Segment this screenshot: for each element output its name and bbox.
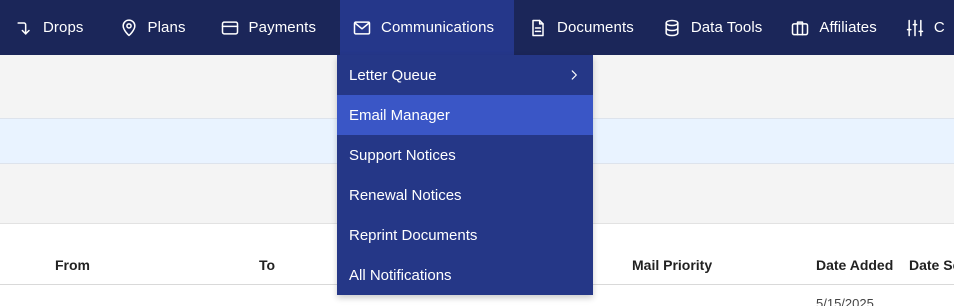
menu-item-label: Letter Queue [349,66,437,84]
communications-dropdown-menu: Letter Queue Email Manager Support Notic… [337,55,593,295]
nav-item-label: Affiliates [819,19,877,36]
chevron-right-icon [567,68,581,82]
nav-item-data-tools[interactable]: Data Tools [658,0,787,55]
menu-item-label: Reprint Documents [349,226,478,244]
nav-item-communications[interactable]: Communications [340,0,515,55]
menu-item-renewal-notices[interactable]: Renewal Notices [337,175,593,215]
nav-item-label: Communications [381,19,495,36]
nav-item-documents[interactable]: Documents [514,0,658,55]
briefcase-icon [790,18,810,38]
nav-item-label: C [933,19,945,36]
menu-item-label: Renewal Notices [349,186,462,204]
menu-item-label: All Notifications [349,266,452,284]
mail-icon [352,18,372,38]
database-icon [662,18,682,38]
menu-item-label: Support Notices [349,146,456,164]
column-header-mail-priority[interactable]: Mail Priority [632,257,712,273]
document-icon [528,18,548,38]
menu-item-support-notices[interactable]: Support Notices [337,135,593,175]
nav-item-label: Documents [557,19,634,36]
menu-item-reprint-documents[interactable]: Reprint Documents [337,215,593,255]
map-pin-icon [119,18,139,38]
nav-item-label: Payments [248,19,317,36]
nav-item-more[interactable]: C [901,0,954,55]
top-navigation: Drops Plans Payments Communications Docu… [0,0,954,55]
table-cell-date-added: 5/15/2025 [816,296,874,306]
credit-card-icon [220,18,240,38]
column-header-from[interactable]: From [55,257,90,273]
menu-item-letter-queue[interactable]: Letter Queue [337,55,593,95]
menu-item-label: Email Manager [349,106,450,124]
menu-item-email-manager[interactable]: Email Manager [337,95,593,135]
sliders-icon [905,18,925,38]
nav-item-affiliates[interactable]: Affiliates [786,0,900,55]
nav-item-payments[interactable]: Payments [212,0,329,55]
column-header-date-sent[interactable]: Date Se [909,257,954,273]
nav-item-label: Data Tools [690,19,763,36]
column-header-date-added[interactable]: Date Added [816,257,893,273]
nav-item-label: Drops [43,19,84,36]
nav-item-plans[interactable]: Plans [109,0,212,55]
nav-item-drops[interactable]: Drops [0,0,109,55]
menu-item-all-notifications[interactable]: All Notifications [337,255,593,295]
arrow-turn-down-icon [14,18,34,38]
column-header-to[interactable]: To [259,257,275,273]
nav-item-label: Plans [147,19,186,36]
